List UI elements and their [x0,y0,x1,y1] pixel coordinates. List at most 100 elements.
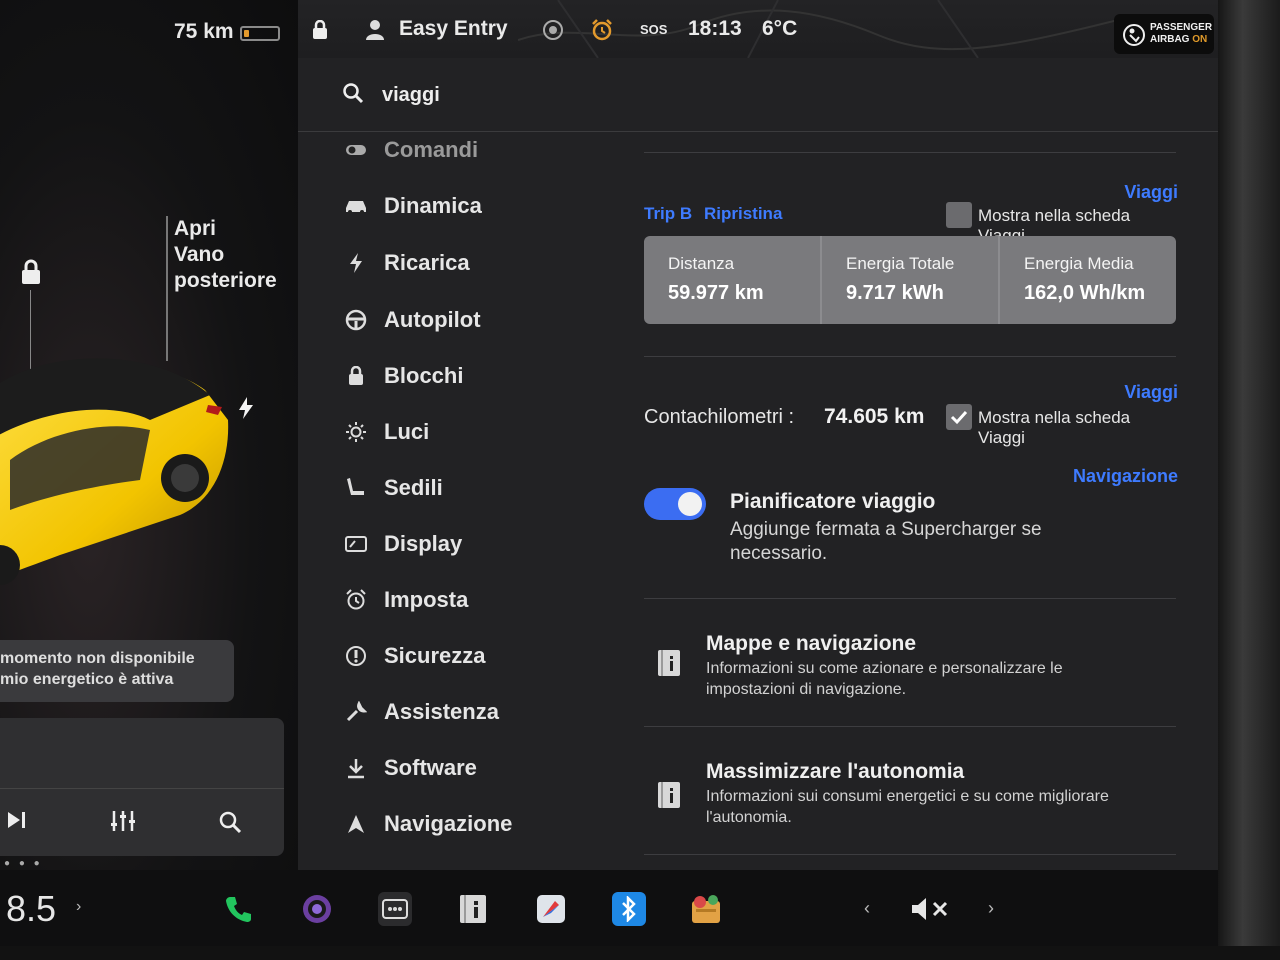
door-lock-icon[interactable] [20,258,42,291]
divider [644,726,1176,727]
lock-status-icon[interactable] [312,19,328,46]
media-search-icon[interactable] [218,810,242,839]
navigation-app-icon[interactable] [534,892,568,926]
menu-item-assistenza[interactable]: Assistenza [338,692,598,732]
menu-label: Dinamica [384,193,482,218]
search-results: Viaggi Trip B Ripristina Mostra nella sc… [644,132,1178,870]
shield-icon [338,645,374,667]
driver-profile[interactable]: Easy Entry [399,17,508,41]
trip-section-link[interactable]: Viaggi [1124,182,1178,203]
menu-item-sicurezza[interactable]: Sicurezza [338,636,598,676]
status-bar: Easy Entry SOS 18:13 6°C PASSENGER AIRBA… [298,0,1220,66]
driver-profile-icon[interactable] [366,20,384,46]
download-icon [338,757,374,779]
menu-item-luci[interactable]: Luci [338,412,598,452]
phone-icon[interactable] [222,892,256,926]
planner-title: Pianificatore viaggio [730,490,936,513]
menu-label: Assistenza [384,699,499,724]
bluetooth-icon[interactable] [612,892,646,926]
menu-item-software[interactable]: Software [338,748,598,788]
toybox-icon[interactable] [690,892,724,926]
menu-item-imposta[interactable]: Imposta [338,580,598,620]
manual-app-icon[interactable] [456,892,490,926]
search-input[interactable] [382,80,682,110]
odometer-value: 74.605 km [824,405,925,428]
article-description: Informazioni su come azionare e personal… [706,660,1063,698]
volume-muted-icon[interactable] [910,896,950,927]
search-bar [298,58,1220,132]
range-readout: 75 km [174,20,234,43]
camera-icon[interactable] [542,19,564,47]
stat-label: Distanza [668,254,735,273]
odometer-section-link[interactable]: Viaggi [1124,382,1178,403]
manual-icon [656,780,682,810]
stat-label: Energia Media [1024,254,1134,273]
stat-label: Energia Totale [846,254,955,273]
volume-down-chevron-icon[interactable]: ‹ [864,898,870,919]
more-apps-icon[interactable] [378,892,412,926]
outside-temperature: 6°C [762,17,798,40]
odometer-show-label: Mostra nella scheda Viaggi [978,408,1131,447]
menu-item-blocchi[interactable]: Blocchi [338,356,598,396]
settings-panel: Comandi Dinamica Ricarica Autopilot Bloc… [298,58,1220,870]
passenger-airbag-indicator: PASSENGER AIRBAG ON [1114,14,1214,54]
planner-description: Aggiunge fermata a Supercharger se neces… [730,519,1042,564]
dock-value: 8.5 [6,888,57,929]
trip-stats: Distanza 59.977 km Energia Totale 9.717 … [644,236,1176,324]
menu-item-autopilot[interactable]: Autopilot [338,300,598,340]
alarm-icon [338,589,374,611]
page-dots: ● ● ● [4,858,43,869]
menu-item-comandi[interactable]: Comandi [338,130,598,170]
menu-label: Comandi [384,137,479,162]
charge-port-icon[interactable] [236,396,256,425]
article-maximize-range[interactable]: Massimizzare l'autonomia Informazioni su… [644,730,1176,854]
app-dock: 8.5 › ‹ › [0,870,1218,946]
alarm-clock-icon[interactable] [590,18,614,48]
screen-bezel-bottom [0,946,1280,960]
stat-average-energy: Energia Media 162,0 Wh/km [1000,236,1176,324]
article-maps-navigation[interactable]: Mappe e navigazione Informazioni su come… [644,602,1176,726]
stat-value: 9.717 kWh [846,282,944,304]
toggle-icon [338,143,374,157]
wrench-icon [338,701,374,723]
trip-show-checkbox[interactable] [946,202,972,228]
volume-up-chevron-icon[interactable]: › [988,898,994,919]
odometer-show-checkbox[interactable] [946,404,972,430]
article-title: Massimizzare l'autonomia [706,760,965,783]
menu-label: Display [384,531,463,556]
article-title: Mappe e navigazione [706,632,917,655]
menu-label: Sedili [384,475,443,500]
chevron-right-icon[interactable]: › [76,898,81,916]
equalizer-icon[interactable] [110,810,136,837]
battery-icon [240,26,280,41]
screen-bezel [1218,0,1280,960]
odometer-label: Contachilometri : [644,406,795,428]
status-notice: momento non disponibile mio energetico è… [0,640,234,702]
menu-item-ricarica[interactable]: Ricarica [338,243,598,283]
trip-planner-toggle[interactable] [644,488,706,520]
bolt-icon [338,252,374,274]
planner-section-link[interactable]: Navigazione [1073,466,1178,487]
open-trunk-button[interactable]: Apri Vano posteriore [174,216,277,294]
next-track-icon[interactable] [6,810,28,835]
trunk-pointer-line [166,216,168,361]
menu-item-navigazione[interactable]: Navigazione [338,804,598,844]
stat-value: 59.977 km [668,282,764,304]
menu-label: Blocchi [384,363,464,388]
divider [644,152,1176,153]
camera-app-icon[interactable] [300,892,334,926]
divider [644,598,1176,599]
sos-indicator[interactable]: SOS [640,22,667,37]
stat-value: 162,0 Wh/km [1024,282,1146,304]
car-panel: 75 km Apri Vano posteriore momento non d… [0,0,298,870]
trunk-label-line3: posteriore [174,269,277,292]
menu-item-sedili[interactable]: Sedili [338,468,598,508]
divider [644,854,1176,855]
menu-item-display[interactable]: Display [338,524,598,564]
airbag-line2-prefix: AIRBAG [1150,34,1190,45]
divider [644,356,1176,357]
menu-item-dinamica[interactable]: Dinamica [338,186,598,226]
reset-trip-button[interactable]: Ripristina [704,204,782,224]
stat-distance: Distanza 59.977 km [644,236,822,324]
article-description: Informazioni sui consumi energetici e su… [706,788,1109,826]
